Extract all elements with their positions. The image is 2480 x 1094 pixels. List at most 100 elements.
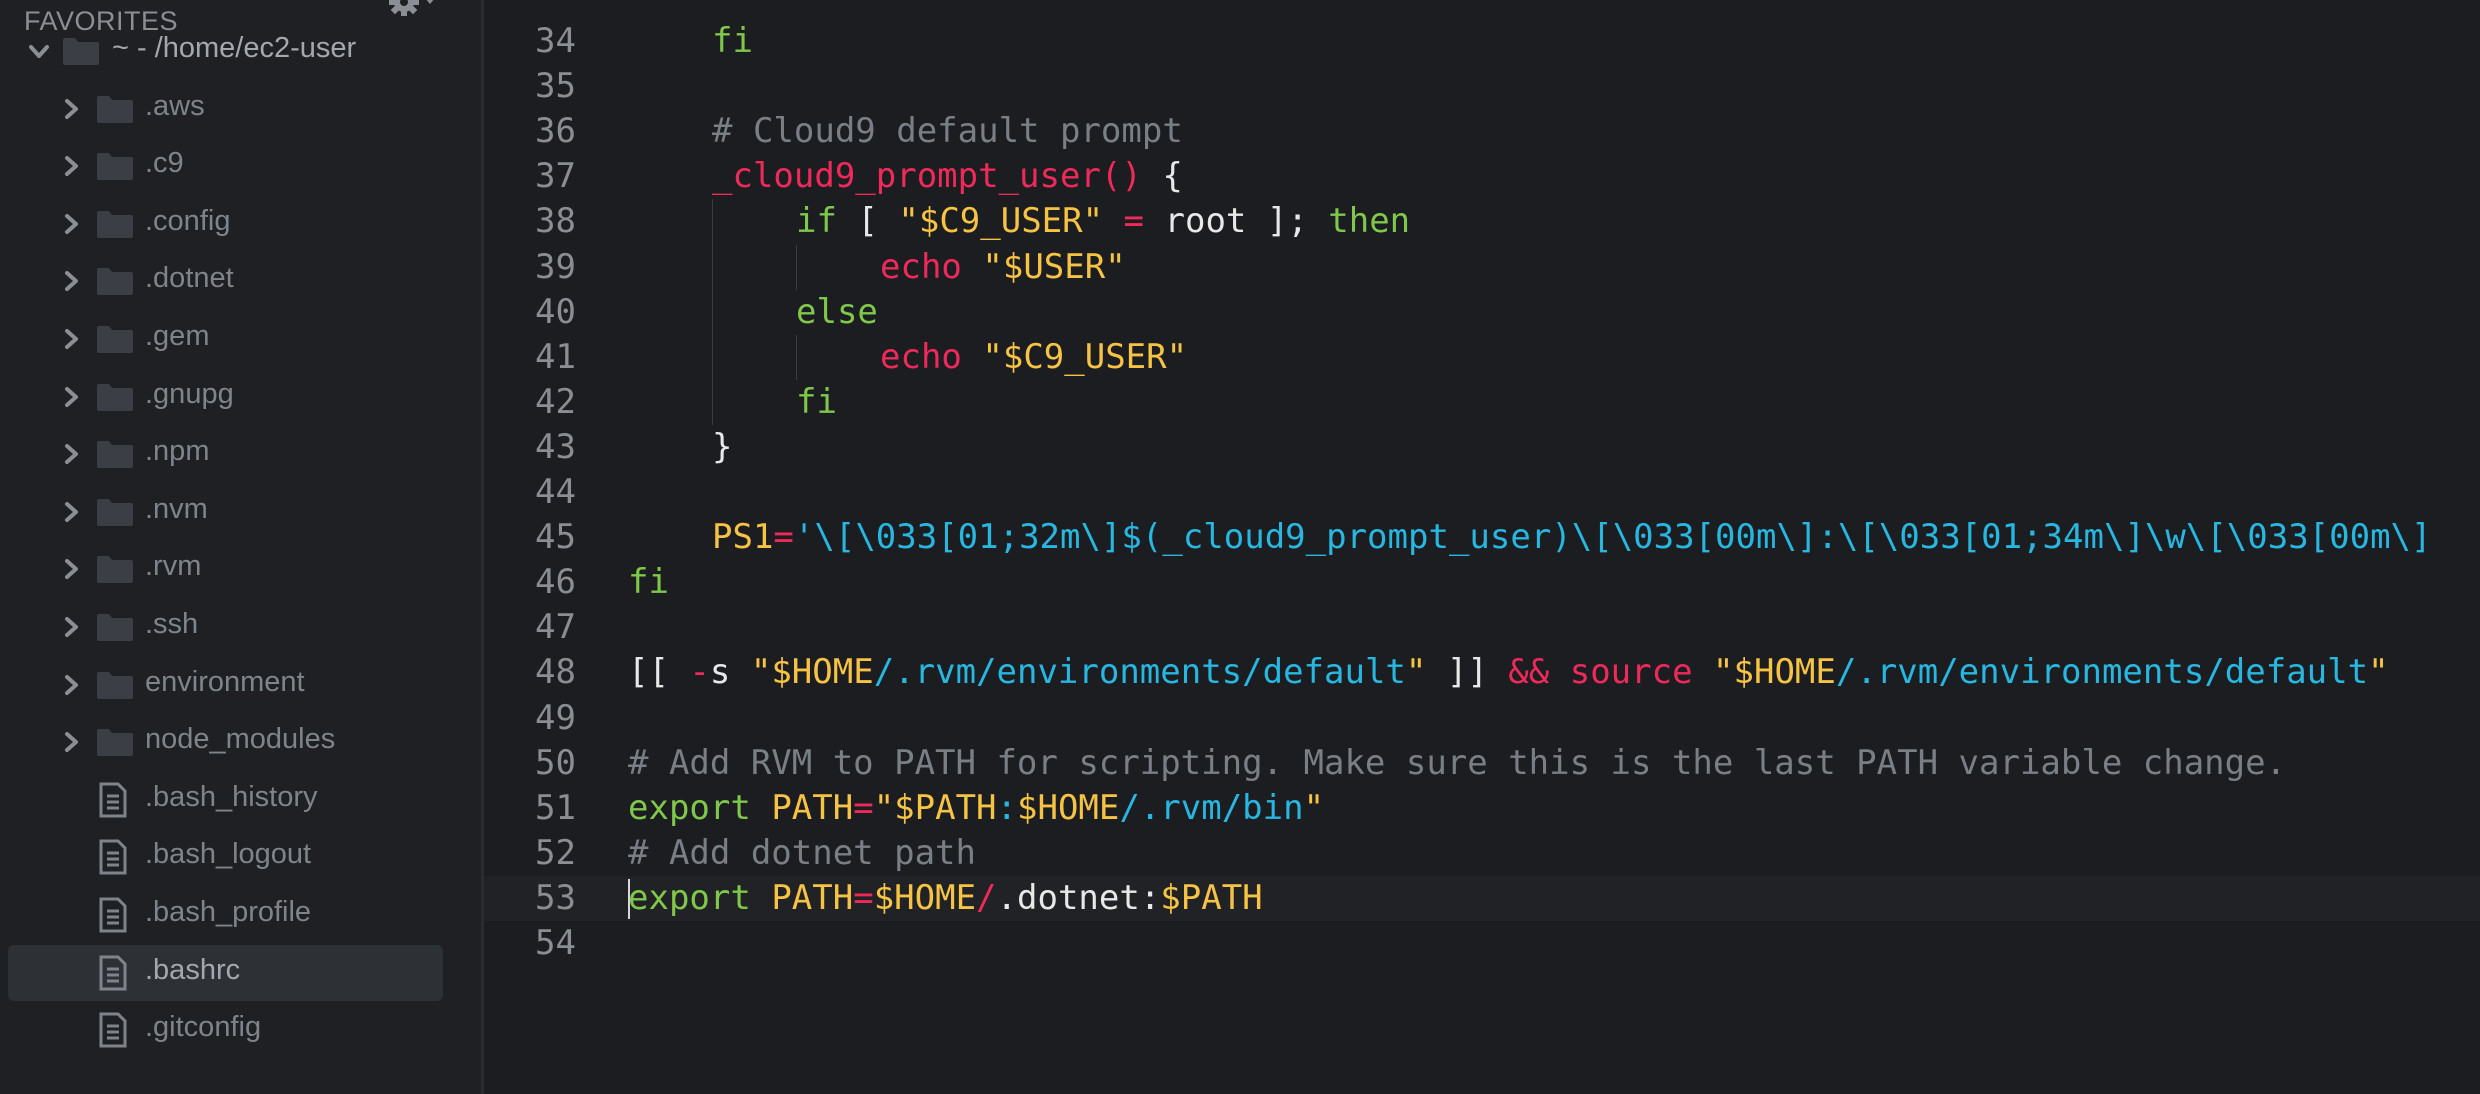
code-line[interactable]: 52 # Add dotnet path <box>484 831 2480 876</box>
chevron-right-icon[interactable] <box>60 674 82 696</box>
chevron-right-icon[interactable] <box>60 98 82 120</box>
line-number: 46 <box>535 562 576 603</box>
line-number: 39 <box>535 246 576 287</box>
line-number: 48 <box>535 652 576 693</box>
code-line[interactable]: 46 fi <box>484 560 2480 605</box>
file-icon <box>98 1012 128 1048</box>
tree-folder[interactable]: environment <box>8 657 443 713</box>
code-line[interactable]: 49 <box>484 696 2480 741</box>
tree-folder[interactable]: .c9 <box>8 138 443 194</box>
code-line[interactable]: 40 else <box>484 290 2480 335</box>
line-number: 38 <box>535 201 576 242</box>
code-line[interactable]: 34 fi <box>484 19 2480 64</box>
code-line[interactable]: 38 if [ "$C9_USER" = root ]; then <box>484 199 2480 244</box>
tree-root[interactable]: ~ - /home/ec2-user <box>8 23 443 79</box>
chevron-right-icon[interactable] <box>60 616 82 638</box>
code-line[interactable]: 39 echo "$USER" <box>484 245 2480 290</box>
indent-guide <box>796 244 797 290</box>
line-number: 52 <box>535 832 576 873</box>
folder-icon <box>96 439 134 469</box>
line-number: 45 <box>535 517 576 558</box>
tree-item-label: .config <box>145 204 231 237</box>
code-line[interactable]: 50 # Add RVM to PATH for scripting. Make … <box>484 741 2480 786</box>
tree-item-label: environment <box>145 665 305 698</box>
code-text: PS1='\[\033[01;32m\]$(_cloud9_prompt_use… <box>712 517 2432 558</box>
code-text: _cloud9_prompt_user() { <box>712 156 1183 197</box>
code-line[interactable]: 41 echo "$C9_USER" <box>484 335 2480 380</box>
line-number: 51 <box>535 787 576 828</box>
tree-item-label: .aws <box>145 89 205 122</box>
tree-item-label: .dotnet <box>145 262 234 295</box>
folder-icon <box>96 266 134 296</box>
code-text: # Add dotnet path <box>628 832 976 873</box>
tree-folder[interactable]: .nvm <box>8 484 443 540</box>
code-line[interactable]: 35 <box>484 64 2480 109</box>
tree-file[interactable]: .bashrc <box>8 944 443 1001</box>
code-line[interactable]: 37 _cloud9_prompt_user() { <box>484 154 2480 199</box>
tree-folder[interactable]: .gnupg <box>8 369 443 425</box>
line-number: 37 <box>535 156 576 197</box>
tree-item-label: .npm <box>145 435 210 468</box>
chevron-right-icon[interactable] <box>60 270 82 292</box>
tree-item-label: .ssh <box>145 608 199 640</box>
code-text: } <box>712 426 733 467</box>
code-text: # Add RVM to PATH for scripting. Make su… <box>628 742 2287 783</box>
tree-item-label: .bash_profile <box>145 896 312 928</box>
chevron-right-icon[interactable] <box>60 386 82 408</box>
code-text: fi <box>628 562 669 603</box>
tree-folder[interactable]: .dotnet <box>8 253 443 309</box>
code-line[interactable]: 44 <box>484 470 2480 515</box>
folder-icon <box>96 382 134 412</box>
code-line[interactable]: 53 export PATH=$HOME/.dotnet:$PATH <box>484 875 2480 921</box>
tree-file[interactable]: .bash_history <box>8 772 443 828</box>
line-number: 49 <box>535 697 576 738</box>
code-text: fi <box>796 381 837 422</box>
code-line[interactable]: 45 PS1='\[\033[01;32m\]$(_cloud9_prompt_u… <box>484 515 2480 560</box>
line-number: 41 <box>535 336 576 377</box>
line-number: 35 <box>535 66 576 107</box>
line-number: 42 <box>535 381 576 422</box>
tree-folder[interactable]: node_modules <box>8 714 443 770</box>
tree-item-label: .gem <box>145 320 210 352</box>
text-cursor <box>628 878 630 919</box>
code-text: echo "$C9_USER" <box>880 336 1188 377</box>
tree-file[interactable]: .bash_logout <box>8 829 443 885</box>
code-line[interactable]: 48 [[ -s "$HOME/.rvm/environments/default… <box>484 650 2480 695</box>
code-line[interactable]: 51 export PATH="$PATH:$HOME/.rvm/bin" <box>484 786 2480 831</box>
code-text: fi <box>712 21 753 61</box>
tree-folder[interactable]: .gem <box>8 311 443 367</box>
tree-file[interactable]: .bash_profile <box>8 887 443 943</box>
line-number: 40 <box>535 291 576 332</box>
code-editor[interactable]: 34 fi 35 36 # Cloud9 default prompt 37 _cloud9… <box>484 0 2480 1094</box>
chevron-right-icon[interactable] <box>60 731 82 753</box>
code-line[interactable]: 43} <box>484 425 2480 470</box>
tree-folder[interactable]: .ssh <box>8 599 443 655</box>
line-number: 54 <box>535 923 576 963</box>
chevron-right-icon[interactable] <box>60 501 82 523</box>
chevron-right-icon[interactable] <box>60 558 82 580</box>
chevron-right-icon[interactable] <box>60 155 82 177</box>
code-line[interactable]: 42 fi <box>484 380 2480 425</box>
code-line[interactable]: 36 # Cloud9 default prompt <box>484 109 2480 154</box>
file-icon <box>98 955 128 991</box>
chevron-right-icon[interactable] <box>60 443 82 465</box>
folder-icon <box>96 727 134 757</box>
code-line[interactable]: 54 <box>484 921 2480 966</box>
folder-icon <box>62 36 100 66</box>
code-line[interactable]: 47 <box>484 605 2480 650</box>
tree-folder[interactable]: .aws <box>8 81 443 137</box>
file-tree-sidebar: FAVORITES ~ - /home/ec2-user .aws .c9 .conf… <box>0 0 484 1094</box>
indent-guide <box>712 199 713 425</box>
code-text: export PATH=$HOME/.dotnet:$PATH <box>628 877 1263 918</box>
chevron-right-icon[interactable] <box>60 213 82 235</box>
tree-file[interactable]: .gitconfig <box>8 1002 443 1058</box>
chevron-down-icon[interactable] <box>28 40 50 62</box>
tree-folder[interactable]: .rvm <box>8 541 443 597</box>
tree-item-label: ~ - /home/ec2-user <box>112 32 357 64</box>
file-icon <box>98 897 128 933</box>
chevron-right-icon[interactable] <box>60 328 82 350</box>
folder-icon <box>96 151 134 181</box>
tree-folder[interactable]: .config <box>8 196 443 252</box>
tree-folder[interactable]: .npm <box>8 426 443 482</box>
file-icon <box>98 782 128 818</box>
